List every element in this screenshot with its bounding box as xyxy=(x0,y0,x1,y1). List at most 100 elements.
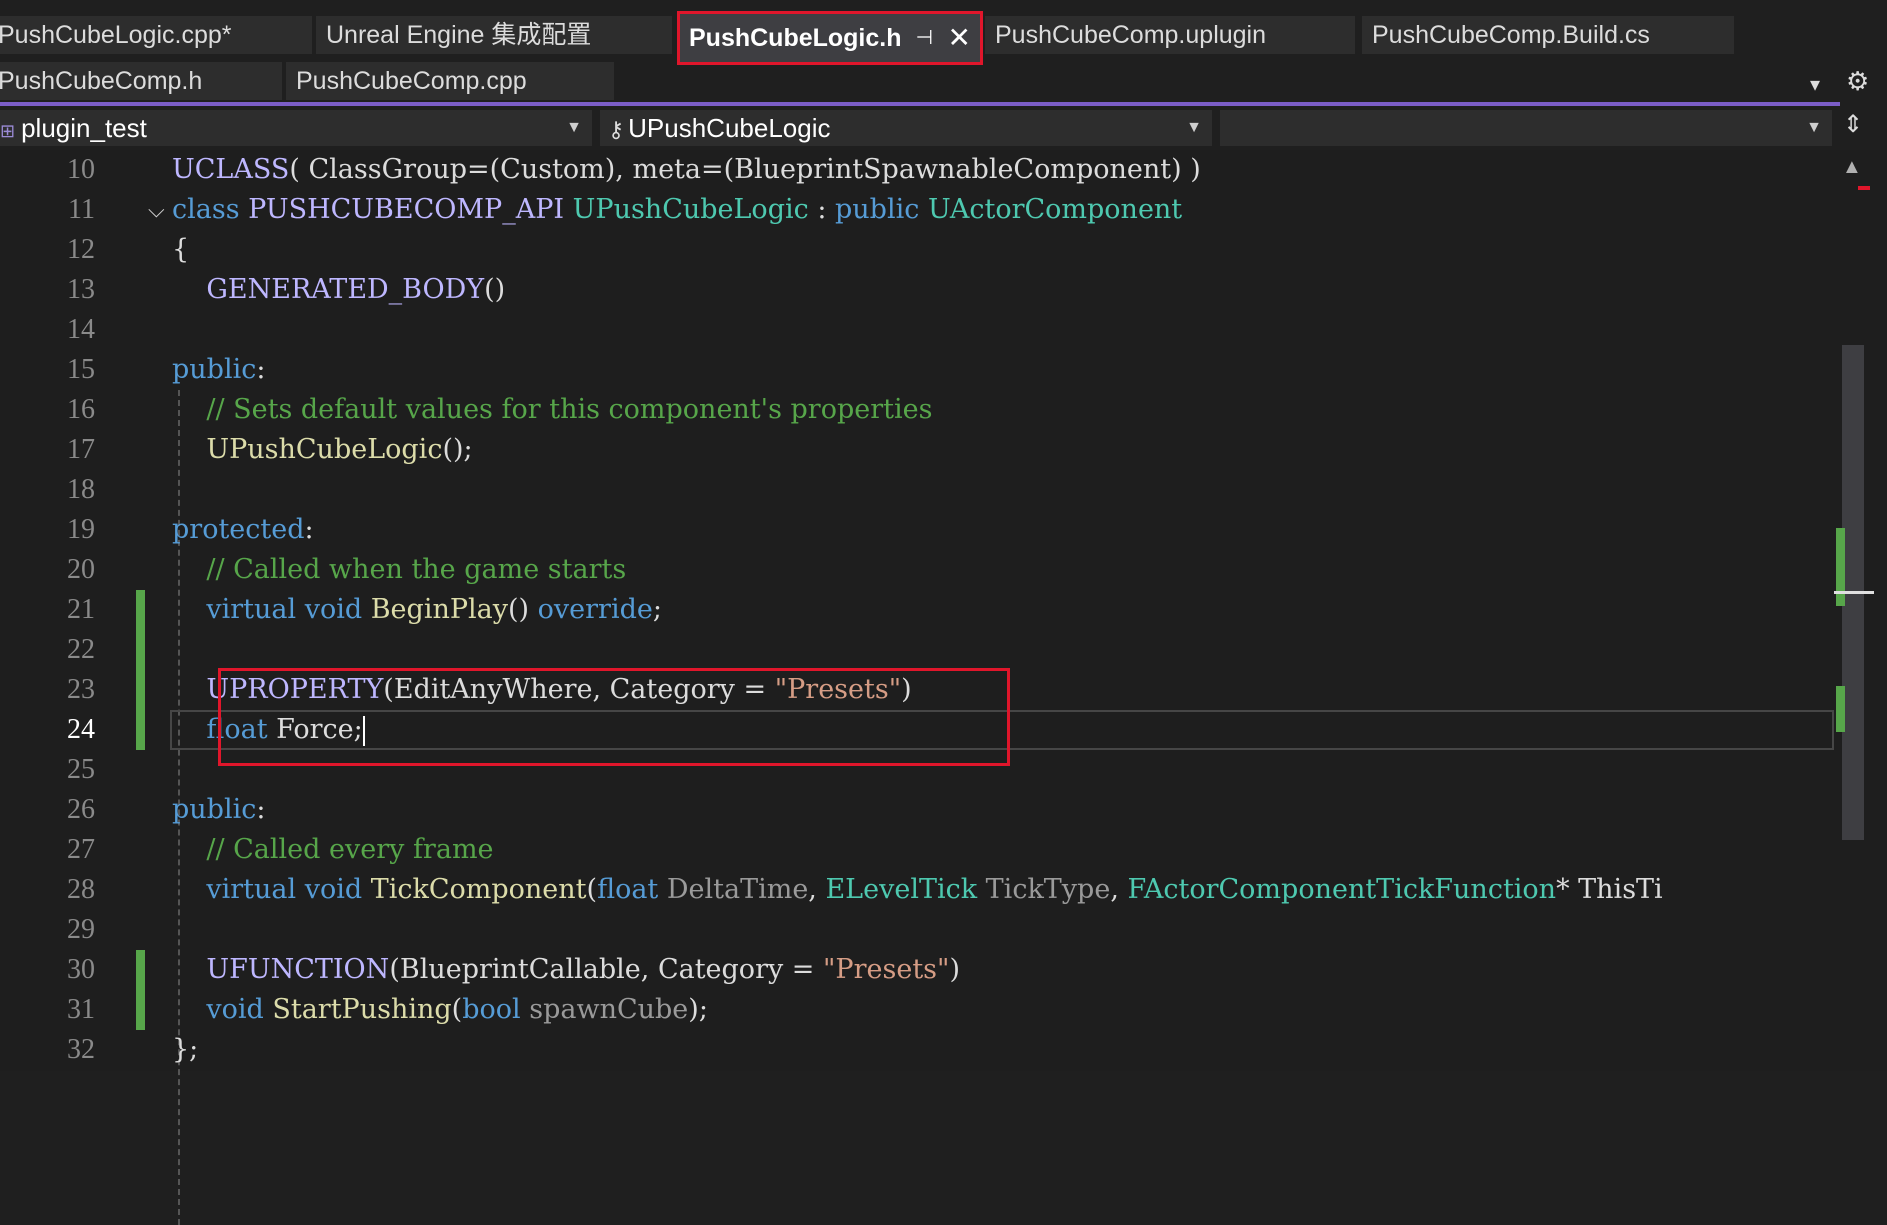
line-number: 11 xyxy=(68,194,95,225)
project-dropdown[interactable]: ⊞ plugin_test ▼ xyxy=(0,110,592,146)
code-line[interactable]: 30 UFUNCTION(BlueprintCallable, Category… xyxy=(0,950,1840,990)
code-line[interactable]: 32}; xyxy=(0,1030,1840,1070)
code-text: virtual void TickComponent(float DeltaTi… xyxy=(206,874,1663,905)
code-text: UCLASS( ClassGroup=(Custom), meta=(Bluep… xyxy=(172,154,1201,185)
code-line[interactable]: 16 // Sets default values for this compo… xyxy=(0,390,1840,430)
class-icon: ⚷ xyxy=(608,117,625,142)
tab-label: PushCubeComp.Build.cs xyxy=(1372,21,1650,49)
code-line[interactable]: 28 virtual void TickComponent(float Delt… xyxy=(0,870,1840,910)
line-number: 10 xyxy=(67,154,95,185)
chevron-down-icon: ▼ xyxy=(1806,119,1822,136)
tab-pushcubecomp-h[interactable]: PushCubeComp.h xyxy=(0,62,282,100)
class-scope-name: UPushCubeLogic xyxy=(628,113,831,143)
line-number: 15 xyxy=(67,354,95,385)
line-number: 22 xyxy=(67,634,95,665)
change-indicator xyxy=(136,990,145,1030)
gear-icon[interactable]: ⚙ xyxy=(1846,66,1869,97)
change-marker xyxy=(1836,528,1845,606)
code-text: UPushCubeLogic(); xyxy=(206,434,473,465)
change-indicator xyxy=(136,950,145,990)
project-name: plugin_test xyxy=(21,113,147,143)
tab-unreal-engine-config[interactable]: Unreal Engine 集成配置 xyxy=(316,16,672,54)
tab-label: PushCubeLogic.h xyxy=(689,24,902,52)
line-number: 31 xyxy=(67,994,95,1025)
tab-label: PushCubeComp.uplugin xyxy=(995,21,1267,49)
tab-pushcubecomp-cpp[interactable]: PushCubeComp.cpp xyxy=(286,62,614,100)
code-line[interactable]: 21 virtual void BeginPlay() override; xyxy=(0,590,1840,630)
line-number: 32 xyxy=(67,1034,95,1065)
line-number: 29 xyxy=(67,914,95,945)
tab-pushcubecomp-build-cs[interactable]: PushCubeComp.Build.cs xyxy=(1362,16,1734,54)
line-number: 24 xyxy=(67,714,95,745)
line-number: 23 xyxy=(67,674,95,705)
code-text: virtual void BeginPlay() override; xyxy=(206,594,662,625)
code-line[interactable]: 19 protected: xyxy=(0,510,1840,550)
line-number: 30 xyxy=(67,954,95,985)
line-number: 25 xyxy=(67,754,95,785)
line-number: 19 xyxy=(67,514,95,545)
navigation-bar: ⊞ plugin_test ▼ ⚷ UPushCubeLogic ▼ ▼ ⇕ xyxy=(0,108,1887,150)
code-line[interactable]: 14 xyxy=(0,310,1840,350)
tab-label: Unreal Engine 集成配置 xyxy=(326,21,592,49)
code-text: GENERATED_BODY() xyxy=(206,274,506,305)
line-number: 14 xyxy=(67,314,95,345)
code-text: UFUNCTION(BlueprintCallable, Category = … xyxy=(206,954,960,985)
line-number: 16 xyxy=(67,394,95,425)
tab-pushcubelogic-h[interactable]: PushCubeLogic.h ⊣ ✕ xyxy=(677,11,983,65)
code-line[interactable]: 17 UPushCubeLogic(); xyxy=(0,430,1840,470)
tab-list-dropdown-icon[interactable]: ▾ xyxy=(1810,72,1820,97)
line-number: 17 xyxy=(67,434,95,465)
code-text: class PUSHCUBECOMP_API UPushCubeLogic : … xyxy=(172,194,1183,225)
code-line[interactable]: 22 xyxy=(0,630,1840,670)
code-line[interactable]: 20 // Called when the game starts xyxy=(0,550,1840,590)
tab-label: PushCubeComp.cpp xyxy=(296,67,527,95)
code-line[interactable]: 13 GENERATED_BODY() xyxy=(0,270,1840,310)
code-text: // Sets default values for this componen… xyxy=(206,394,933,425)
project-icon: ⊞ xyxy=(0,121,16,141)
tab-underline xyxy=(0,102,1840,106)
code-text: public: xyxy=(172,794,266,825)
code-line[interactable]: 12 { xyxy=(0,230,1840,270)
pin-icon[interactable]: ⊣ xyxy=(916,13,933,63)
code-line[interactable]: 27 // Called every frame xyxy=(0,830,1840,870)
line-number: 13 xyxy=(67,274,95,305)
code-text: void StartPushing(bool spawnCube); xyxy=(206,994,708,1025)
code-line[interactable]: 18 xyxy=(0,470,1840,510)
chevron-down-icon: ▼ xyxy=(566,119,582,136)
scroll-up-icon[interactable]: ▲ xyxy=(1842,156,1862,179)
split-editor-icon[interactable]: ⇕ xyxy=(1843,110,1863,139)
code-text: protected: xyxy=(172,514,314,545)
change-indicator xyxy=(136,670,145,710)
code-text: // Called when the game starts xyxy=(206,554,627,585)
tab-label: PushCubeComp.h xyxy=(0,67,203,95)
code-editor[interactable]: ⌵ 10 UCLASS( ClassGroup=(Custom), meta=(B… xyxy=(0,150,1840,1225)
line-number: 26 xyxy=(67,794,95,825)
code-text: // Called every frame xyxy=(206,834,494,865)
code-line[interactable]: 15 public: xyxy=(0,350,1840,390)
code-text: { xyxy=(172,234,190,265)
line-number: 21 xyxy=(67,594,95,625)
code-line[interactable]: 31 void StartPushing(bool spawnCube); xyxy=(0,990,1840,1030)
change-marker xyxy=(1836,686,1845,732)
code-line[interactable]: 29 xyxy=(0,910,1840,950)
code-text: public: xyxy=(172,354,266,385)
code-line[interactable]: 26 public: xyxy=(0,790,1840,830)
chevron-down-icon: ▼ xyxy=(1186,119,1202,136)
line-number: 18 xyxy=(67,474,95,505)
change-indicator xyxy=(136,630,145,670)
change-indicator xyxy=(136,710,145,750)
change-indicator xyxy=(136,590,145,630)
error-marker xyxy=(1858,186,1870,190)
member-scope-dropdown[interactable]: ▼ xyxy=(1220,110,1832,146)
line-number: 12 xyxy=(67,234,95,265)
code-line[interactable]: 10 UCLASS( ClassGroup=(Custom), meta=(Blu… xyxy=(0,150,1840,190)
highlight-box xyxy=(218,668,1010,766)
close-icon[interactable]: ✕ xyxy=(948,13,971,63)
tab-pushcubelogic-cpp[interactable]: PushCubeLogic.cpp* xyxy=(0,16,312,54)
code-text: }; xyxy=(172,1034,199,1065)
tab-label: PushCubeLogic.cpp* xyxy=(0,21,232,49)
code-line[interactable]: 11 class PUSHCUBECOMP_API UPushCubeLogic … xyxy=(0,190,1840,230)
caret-position-marker xyxy=(1834,591,1874,594)
tab-pushcubecomp-uplugin[interactable]: PushCubeComp.uplugin xyxy=(985,16,1355,54)
class-scope-dropdown[interactable]: ⚷ UPushCubeLogic ▼ xyxy=(600,110,1212,146)
